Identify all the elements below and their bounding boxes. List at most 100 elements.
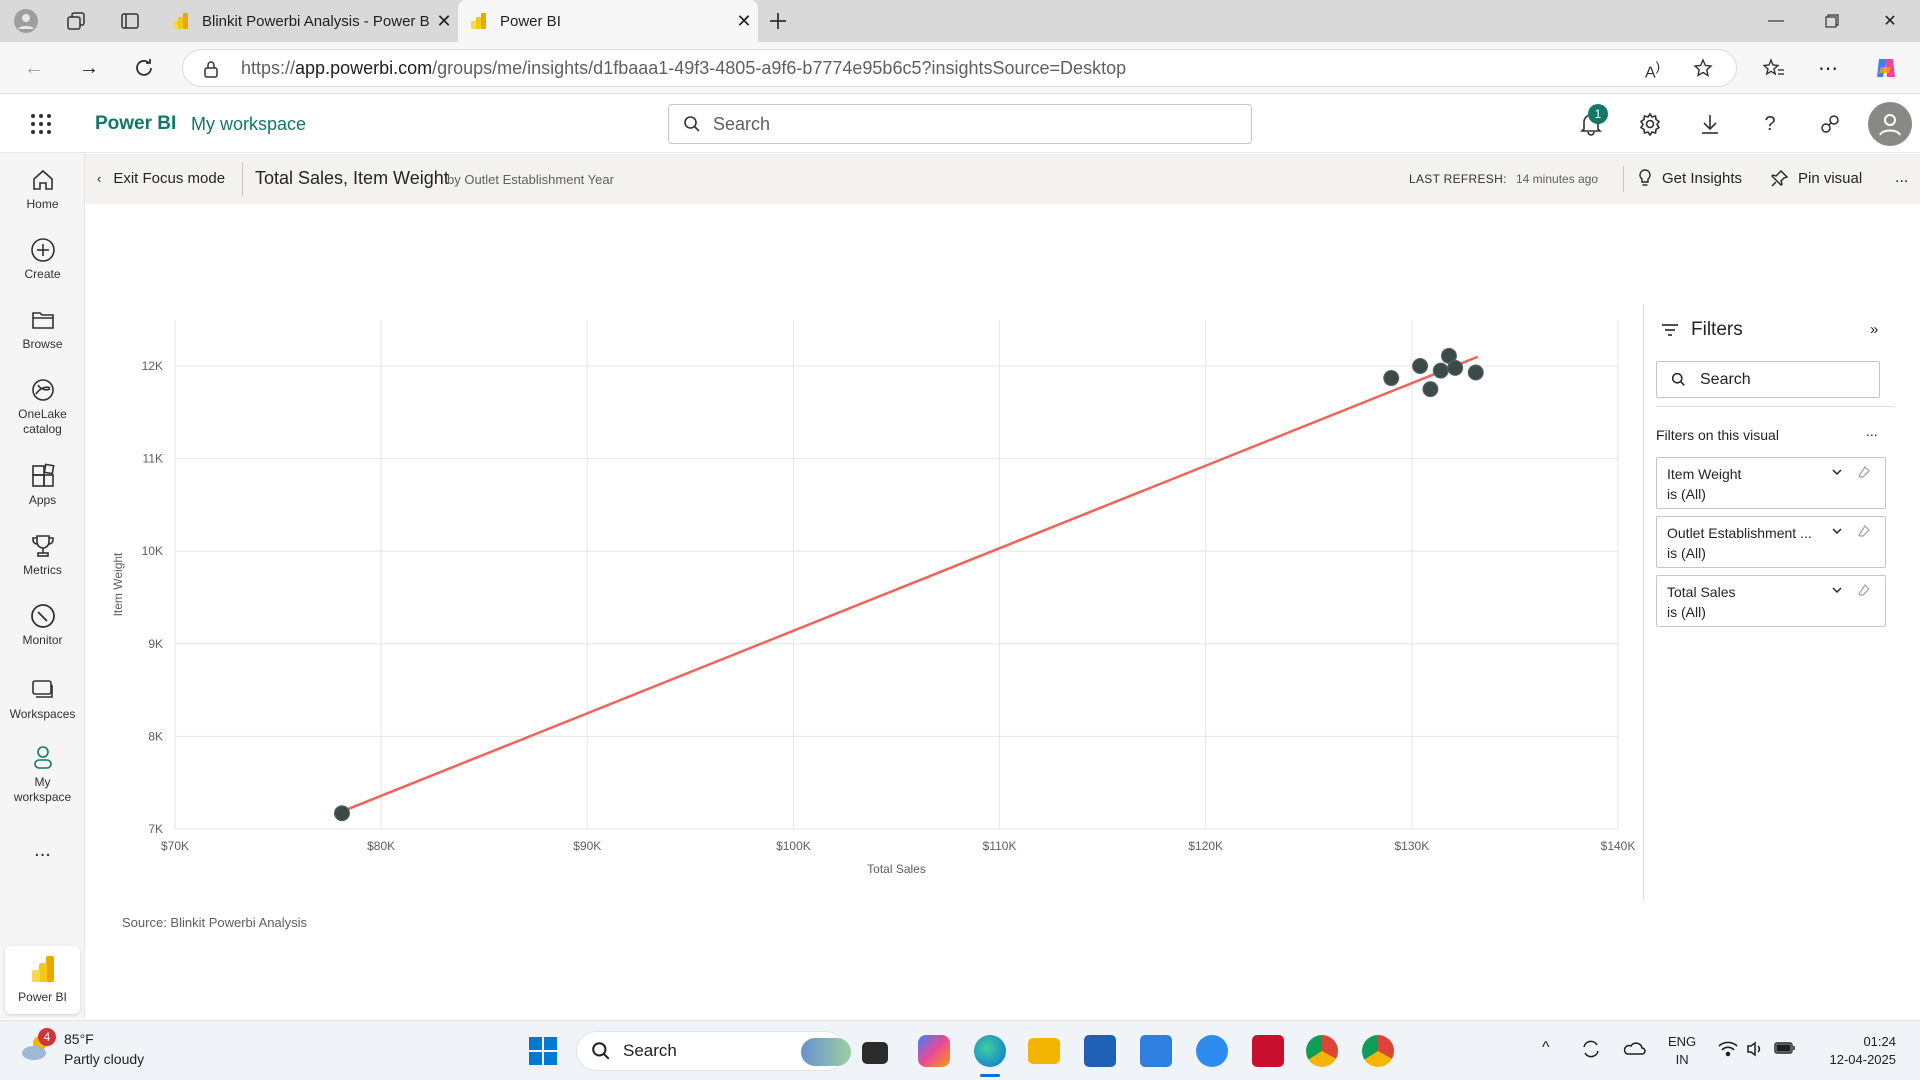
forward-icon[interactable]: → <box>75 54 103 82</box>
workspaces-tab-icon[interactable] <box>64 9 88 33</box>
x-axis-label: Total Sales <box>867 862 926 876</box>
data-point <box>1467 364 1484 381</box>
tab-blinkit[interactable]: Blinkit Powerbi Analysis - Power B ✕ <box>160 0 458 42</box>
nav-label: Monitor <box>22 633 63 647</box>
eraser-icon[interactable] <box>1857 524 1871 543</box>
browser-titlebar: Blinkit Powerbi Analysis - Power B ✕ Pow… <box>0 0 1920 42</box>
close-icon[interactable]: ✕ <box>730 11 758 32</box>
wifi-icon[interactable] <box>1718 1041 1738 1062</box>
filter-name: Total Sales <box>1667 584 1736 600</box>
app-launcher-icon[interactable] <box>30 113 52 140</box>
chevron-down-icon[interactable] <box>1831 524 1843 542</box>
pin-visual-button[interactable]: Pin visual <box>1771 169 1862 187</box>
chevron-down-icon[interactable] <box>1831 583 1843 601</box>
back-icon[interactable]: ← <box>20 54 48 82</box>
nav-item-workspaces[interactable]: Workspaces <box>0 677 85 722</box>
nav-pinned-powerbi[interactable]: Power BI <box>5 946 80 1014</box>
nav-more-button[interactable]: ... <box>0 840 85 860</box>
more-options-button[interactable]: ... <box>1895 169 1908 187</box>
sync-icon[interactable] <box>1580 1038 1602 1065</box>
lock-icon[interactable] <box>203 60 219 83</box>
onedrive-icon[interactable] <box>1622 1039 1646 1062</box>
nav-item-metrics[interactable]: Metrics <box>0 533 85 578</box>
tab-actions-icon[interactable] <box>118 9 142 33</box>
get-insights-button[interactable]: Get Insights <box>1637 169 1742 187</box>
nav-item-monitor[interactable]: Monitor <box>0 603 85 648</box>
nav-label: Power BI <box>18 990 67 1004</box>
filters-more-button[interactable]: ... <box>1866 423 1878 439</box>
refresh-icon[interactable] <box>130 54 158 82</box>
eraser-icon[interactable] <box>1857 465 1871 484</box>
profile-icon[interactable] <box>14 9 38 33</box>
filter-name: Item Weight <box>1667 466 1742 482</box>
active-app-indicator <box>980 1074 1000 1077</box>
close-window-button[interactable]: ✕ <box>1870 8 1910 34</box>
powerbi-favicon-icon <box>470 12 488 30</box>
nav-item-apps[interactable]: Apps <box>0 463 85 508</box>
data-point <box>1432 362 1449 379</box>
avatar[interactable] <box>1868 102 1912 146</box>
filter-icon <box>1661 322 1679 343</box>
more-icon[interactable]: ⋯ <box>1814 54 1842 82</box>
myhp-icon[interactable] <box>1140 1035 1172 1067</box>
search-input[interactable]: Search <box>668 104 1252 144</box>
restore-button[interactable] <box>1812 8 1852 34</box>
filter-card-item-weight[interactable]: Item Weight is (All) <box>1656 457 1886 509</box>
weather-description[interactable]: Partly cloudy <box>64 1051 144 1067</box>
edge-browser-icon[interactable] <box>974 1035 1006 1067</box>
file-explorer-icon[interactable] <box>1028 1038 1060 1064</box>
workspace-link[interactable]: My workspace <box>191 114 306 135</box>
chrome-profile-icon[interactable] <box>1362 1035 1394 1067</box>
task-view-icon[interactable] <box>862 1042 888 1064</box>
nav-label: Metrics <box>23 563 62 577</box>
copilot-app-icon[interactable] <box>918 1035 950 1067</box>
eraser-icon[interactable] <box>1857 583 1871 602</box>
mcafee-icon[interactable] <box>1252 1035 1284 1067</box>
system-clock[interactable]: 01:24 12-04-2025 <box>1810 1033 1897 1069</box>
minimize-button[interactable]: — <box>1756 8 1796 34</box>
exit-focus-button[interactable]: ‹ Exit Focus mode <box>97 170 225 187</box>
favorites-icon[interactable] <box>1760 54 1788 82</box>
help-icon[interactable]: ? <box>1756 110 1784 138</box>
data-point <box>1383 370 1400 387</box>
app-name[interactable]: Power BI <box>95 113 176 135</box>
copilot-icon[interactable] <box>1872 54 1900 82</box>
download-icon[interactable] <box>1696 110 1724 138</box>
powerbi-logo-icon <box>31 956 54 982</box>
weather-temperature[interactable]: 85°F <box>64 1031 94 1047</box>
nav-item-home[interactable]: Home <box>0 167 85 212</box>
help-app-icon[interactable] <box>1196 1035 1228 1067</box>
volume-icon[interactable] <box>1746 1041 1764 1062</box>
chevron-down-icon[interactable] <box>1831 465 1843 483</box>
language-indicator[interactable]: ENG IN <box>1668 1033 1696 1069</box>
new-tab-icon[interactable] <box>766 9 790 33</box>
chrome-icon[interactable] <box>1306 1035 1338 1067</box>
taskbar-search[interactable]: Search <box>576 1031 851 1071</box>
notification-badge: 1 <box>1588 104 1608 124</box>
address-bar[interactable]: https://app.powerbi.com/groups/me/insigh… <box>182 49 1737 87</box>
feedback-icon[interactable] <box>1816 110 1844 138</box>
nav-item-create[interactable]: Create <box>0 237 85 282</box>
focus-mode-bar: ‹ Exit Focus mode Total Sales, Item Weig… <box>85 154 1920 204</box>
tab-powerbi[interactable]: Power BI ✕ <box>458 0 758 42</box>
chevron-up-icon[interactable]: ^ <box>1542 1039 1550 1057</box>
search-icon <box>1671 372 1686 387</box>
collapse-pane-icon[interactable]: » <box>1870 321 1878 338</box>
windows-start-icon[interactable] <box>528 1036 558 1071</box>
filter-card-total-sales[interactable]: Total Sales is (All) <box>1656 575 1886 627</box>
favorite-star-icon[interactable] <box>1693 58 1713 83</box>
nav-item-my-workspace[interactable]: My workspace <box>0 745 85 805</box>
close-icon[interactable]: ✕ <box>430 11 458 32</box>
x-tick-label: $110K <box>983 839 1017 853</box>
store-icon[interactable] <box>1084 1035 1116 1067</box>
taskbar: 4 85°F Partly cloudy Search ^ ENG IN 01: <box>0 1020 1920 1080</box>
gear-icon[interactable] <box>1636 110 1664 138</box>
filter-state: is (All) <box>1667 545 1706 561</box>
filters-search-input[interactable]: Search <box>1656 361 1880 398</box>
nav-item-onelake[interactable]: OneLake catalog <box>0 377 85 437</box>
read-aloud-icon[interactable]: A) <box>1645 59 1660 82</box>
battery-icon[interactable] <box>1774 1041 1796 1060</box>
search-icon <box>591 1041 611 1061</box>
filter-card-outlet-establishment[interactable]: Outlet Establishment ... is (All) <box>1656 516 1886 568</box>
nav-item-browse[interactable]: Browse <box>0 307 85 352</box>
